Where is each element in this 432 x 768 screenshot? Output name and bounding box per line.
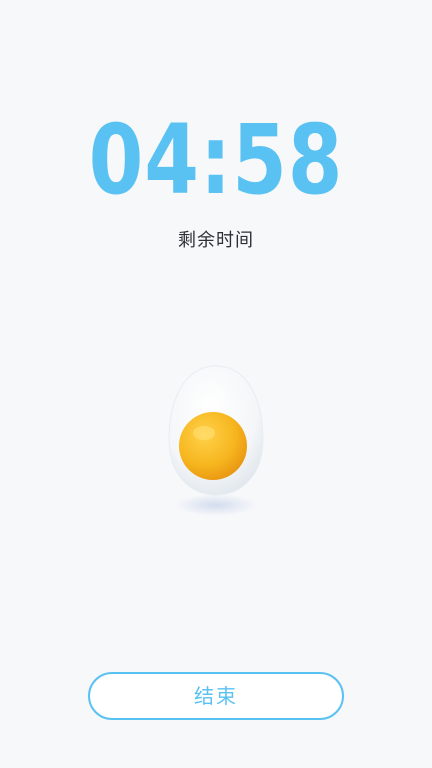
timer-screen: 04:58 剩余时间 结束 bbox=[0, 0, 432, 768]
countdown-display: 04:58 bbox=[88, 104, 344, 216]
fried-egg-icon bbox=[168, 365, 264, 516]
remaining-time-label: 剩余时间 bbox=[178, 230, 254, 251]
egg-illustration bbox=[158, 362, 274, 522]
end-button[interactable]: 结束 bbox=[88, 672, 344, 720]
